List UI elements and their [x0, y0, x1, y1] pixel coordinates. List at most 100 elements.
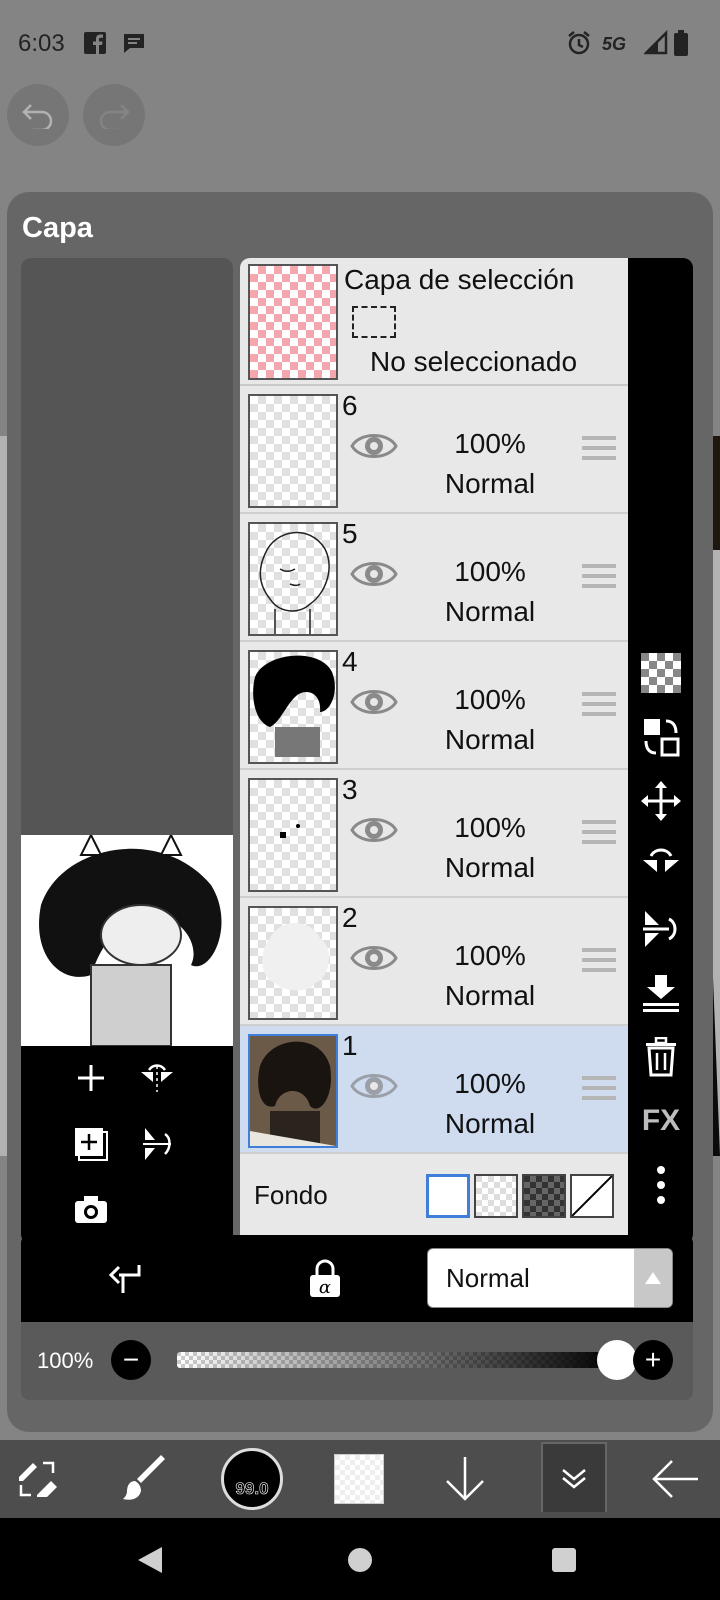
- layer-row-1[interactable]: 1 100% Normal: [240, 1026, 632, 1154]
- layer-number: 6: [342, 390, 358, 421]
- layer-panel-tab[interactable]: [541, 1442, 607, 1512]
- brush-tool-button[interactable]: [114, 1448, 176, 1510]
- layer-number: 3: [342, 774, 358, 805]
- layer-opacity: 100%: [454, 684, 526, 715]
- panel-title: Capa: [22, 212, 93, 244]
- drag-handle-icon[interactable]: [582, 948, 616, 976]
- camera-icon: [75, 1196, 107, 1223]
- flip-vertical-icon: [143, 1128, 171, 1160]
- eye-icon[interactable]: [350, 678, 398, 726]
- flip-horizontal-button[interactable]: [135, 1056, 179, 1100]
- layer-opacity: 100%: [454, 556, 526, 587]
- nav-recents-button[interactable]: [544, 1540, 584, 1580]
- layer-number: 2: [342, 902, 358, 933]
- redo-button[interactable]: [83, 84, 145, 146]
- background-label: Fondo: [254, 1180, 328, 1210]
- add-layer-button[interactable]: [69, 1056, 113, 1100]
- background-dark-checker-option[interactable]: [522, 1174, 566, 1218]
- eye-icon[interactable]: [350, 934, 398, 982]
- layer-blend-mode: Normal: [444, 1108, 536, 1139]
- camera-button[interactable]: [69, 1188, 113, 1232]
- layer-thumbnail: [248, 650, 338, 764]
- layer-number: 1: [342, 1030, 358, 1061]
- layer-down-button[interactable]: [434, 1448, 496, 1510]
- move-icon: [641, 781, 681, 821]
- signal-icon: [644, 30, 668, 55]
- copy-layer-icon: [75, 1128, 108, 1161]
- color-swatch-button[interactable]: [334, 1454, 384, 1504]
- opacity-increase-button[interactable]: +: [633, 1340, 673, 1380]
- drag-handle-icon[interactable]: [582, 436, 616, 464]
- nav-back-button[interactable]: [130, 1540, 170, 1580]
- add-layer-copy-button[interactable]: [69, 1122, 113, 1166]
- eye-icon[interactable]: [350, 1062, 398, 1110]
- checkerboard-icon: [641, 653, 681, 693]
- trash-icon: [646, 1037, 676, 1077]
- layer-row-3[interactable]: 3 100% Normal: [240, 770, 632, 898]
- move-layer-button[interactable]: [638, 778, 684, 824]
- drag-handle-icon[interactable]: [582, 564, 616, 592]
- flip-layer-horizontal-button[interactable]: [638, 842, 684, 888]
- layer-thumbnail: [248, 394, 338, 508]
- drag-handle-icon[interactable]: [582, 1076, 616, 1104]
- flip-layer-vertical-button[interactable]: [638, 906, 684, 952]
- opacity-slider-handle[interactable]: [597, 1340, 637, 1380]
- eye-icon[interactable]: [350, 422, 398, 470]
- eye-icon[interactable]: [350, 806, 398, 854]
- alpha-lock-button[interactable]: α: [301, 1255, 349, 1303]
- brush-eraser-swap-icon: [19, 1461, 57, 1497]
- background-white-option[interactable]: [426, 1174, 470, 1218]
- arrow-down-icon: [446, 1457, 484, 1501]
- layer-blend-mode: Normal: [444, 980, 536, 1011]
- nav-back-icon: [138, 1547, 162, 1573]
- undo-icon: [22, 104, 53, 129]
- background-diagonal-option[interactable]: [570, 1174, 614, 1218]
- nav-recents-icon: [552, 1548, 576, 1572]
- layer-opacity: 100%: [454, 1068, 526, 1099]
- layer-preview: [21, 258, 233, 1244]
- blend-mode-value: Normal: [446, 1263, 530, 1293]
- selection-layer-thumbnail: [248, 264, 338, 380]
- blend-mode-select[interactable]: Normal: [427, 1248, 673, 1308]
- fx-button[interactable]: FX: [638, 1098, 684, 1144]
- layer-row-5[interactable]: 5 100% Normal: [240, 514, 632, 642]
- undo-button[interactable]: [7, 84, 69, 146]
- facebook-icon: [84, 32, 106, 54]
- opacity-slider[interactable]: [177, 1352, 617, 1368]
- layer-row-6[interactable]: 6 100% Normal: [240, 386, 632, 514]
- swap-layers-button[interactable]: [638, 714, 684, 760]
- selection-layer-status: No seleccionado: [370, 346, 578, 377]
- back-arrow-button[interactable]: [644, 1448, 706, 1510]
- tool-switch-button[interactable]: [6, 1448, 68, 1510]
- opacity-decrease-button[interactable]: −: [111, 1340, 151, 1380]
- eye-icon[interactable]: [350, 550, 398, 598]
- brush-size-button[interactable]: 99.0: [221, 1448, 283, 1510]
- nav-home-button[interactable]: [340, 1540, 380, 1580]
- merge-down-button[interactable]: [638, 970, 684, 1016]
- flip-horizontal-icon: [141, 1064, 173, 1092]
- plus-icon: [78, 1065, 104, 1091]
- arrow-left-icon: [652, 1460, 698, 1498]
- selection-marquee-icon: [352, 306, 396, 338]
- preview-thumbnail: [21, 832, 233, 1047]
- layer-tools: FX: [628, 258, 693, 1244]
- delete-layer-button[interactable]: [638, 1034, 684, 1080]
- layer-blend-mode: Normal: [444, 596, 536, 627]
- transparency-lock-button[interactable]: [638, 650, 684, 696]
- background-transparent-option[interactable]: [474, 1174, 518, 1218]
- layer-thumbnail: [248, 522, 338, 636]
- layer-list: Capa de selección No seleccionado 6 100% N…: [240, 258, 632, 1244]
- brush-icon: [123, 1455, 165, 1500]
- drag-handle-icon[interactable]: [582, 692, 616, 720]
- layer-opacity: 100%: [454, 812, 526, 843]
- drag-handle-icon[interactable]: [582, 820, 616, 848]
- selection-layer[interactable]: Capa de selección No seleccionado: [240, 258, 632, 386]
- layer-row-2[interactable]: 2 100% Normal: [240, 898, 632, 1026]
- more-options-button[interactable]: [638, 1162, 684, 1208]
- clipping-button[interactable]: [103, 1255, 151, 1303]
- alarm-icon: [568, 31, 590, 55]
- message-icon: [124, 34, 144, 53]
- layer-row-4[interactable]: 4 100% Normal: [240, 642, 632, 770]
- flip-vertical-button[interactable]: [135, 1122, 179, 1166]
- background-row: Fondo: [240, 1158, 632, 1244]
